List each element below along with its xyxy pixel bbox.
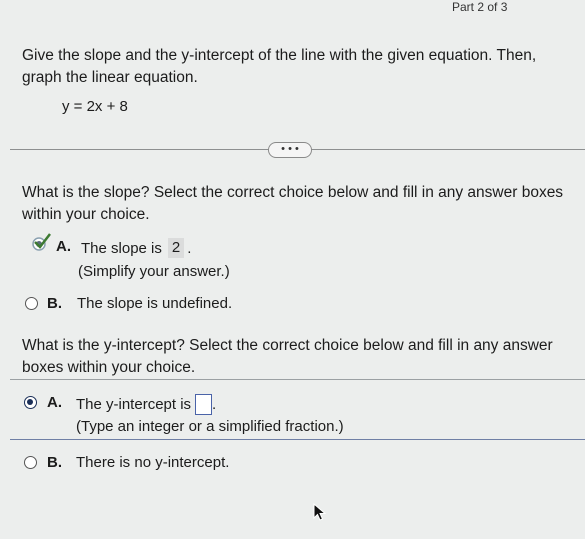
intercept-prompt: What is the y-intercept? Select the corr… [22, 337, 553, 376]
intercept-choice-b[interactable]: There is no y-intercept. [76, 454, 229, 471]
intercept-choice-a-letter: A. [47, 394, 62, 411]
intercept-choice-b-letter: B. [47, 454, 62, 471]
slope-choice-a[interactable]: The slope is 2 . [81, 238, 191, 258]
intercept-choice-a-text: The y-intercept is [76, 396, 192, 413]
intercept-choice-b-radio[interactable] [24, 456, 37, 469]
intercept-hint: (Type an integer or a simplified fractio… [76, 418, 344, 435]
slope-choice-a-letter: A. [56, 238, 71, 255]
slope-choice-b-radio[interactable] [25, 297, 38, 310]
part-indicator: Part 2 of 3 [452, 0, 508, 14]
slope-choice-b-text: The slope is undefined. [77, 295, 233, 312]
intercept-choice-a-radio[interactable] [24, 396, 37, 409]
slope-hint: (Simplify your answer.) [78, 263, 230, 280]
slope-choice-a-text: The slope is [81, 239, 162, 257]
intercept-choice-a[interactable]: The y-intercept is . [76, 394, 216, 415]
intercept-answer-suffix: . [212, 396, 217, 413]
slope-choice-b-letter: B. [47, 295, 62, 312]
slope-choice-b[interactable]: The slope is undefined. [77, 295, 232, 312]
equation: y = 2x + 8 [62, 98, 128, 115]
question-prompt: Give the slope and the y-intercept of th… [22, 47, 537, 86]
slope-answer-box[interactable]: 2 [167, 238, 185, 258]
mouse-cursor-icon [313, 503, 327, 521]
intercept-answer-input[interactable] [195, 394, 213, 415]
more-button[interactable]: • • • [268, 142, 312, 158]
slope-answer-suffix: . [187, 239, 192, 257]
check-icon [32, 233, 51, 251]
slope-prompt: What is the slope? Select the correct ch… [22, 184, 564, 223]
intercept-choice-b-text: There is no y-intercept. [76, 454, 230, 471]
